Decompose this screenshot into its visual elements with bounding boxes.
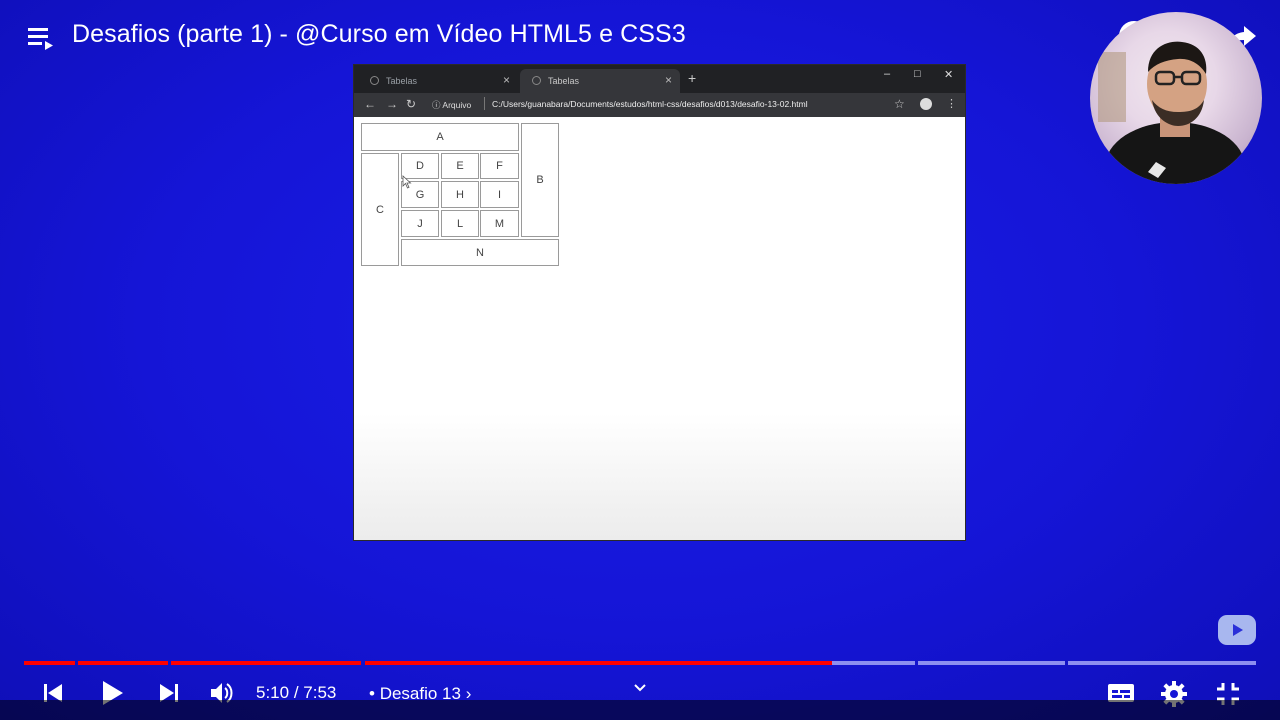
globe-icon <box>532 76 541 85</box>
progress-segment <box>171 661 361 665</box>
progress-bar[interactable] <box>24 661 1256 665</box>
menu-icon[interactable]: ⋮ <box>946 97 957 110</box>
progress-segment <box>78 661 168 665</box>
browser-addressbar: ← → ↻ ⓘ Arquivo C:/Users/guanabara/Docum… <box>354 93 965 117</box>
table-cell-i: I <box>480 181 519 208</box>
address-separator <box>484 97 485 110</box>
browser-window: Tabelas × Tabelas × + – □ ✕ ← → ↻ ⓘ Arqu… <box>354 65 965 540</box>
os-taskbar <box>0 700 1280 720</box>
new-tab-button[interactable]: + <box>688 70 696 86</box>
close-window-icon[interactable]: ✕ <box>944 68 953 81</box>
table-cell-c: C <box>361 153 399 266</box>
address-prefix: ⓘ Arquivo <box>432 100 472 110</box>
close-icon[interactable]: × <box>503 73 510 87</box>
address-prefix-text: Arquivo <box>442 100 472 110</box>
table-cell-n: N <box>401 239 559 266</box>
reload-icon[interactable]: ↻ <box>406 97 416 111</box>
progress-segment <box>24 661 75 665</box>
back-icon[interactable]: ← <box>364 97 376 111</box>
table-cell-h: H <box>441 181 479 208</box>
browser-page: A B C D E F G H I J L M N <box>354 117 965 540</box>
table-cell-e: E <box>441 153 479 179</box>
video-title[interactable]: Desafios (parte 1) - @Curso em Vídeo HTM… <box>72 20 686 49</box>
close-icon[interactable]: × <box>665 73 672 87</box>
chevron-down-icon[interactable] <box>632 680 648 701</box>
youtube-logo-icon[interactable] <box>1218 615 1256 645</box>
globe-icon <box>370 76 379 85</box>
progress-segment <box>918 661 1065 665</box>
forward-icon[interactable]: → <box>386 97 398 111</box>
tab-label: Tabelas <box>548 76 580 86</box>
browser-tab-active[interactable]: Tabelas × <box>520 69 680 93</box>
star-icon[interactable]: ☆ <box>894 97 905 111</box>
table-cell-j: J <box>401 210 439 237</box>
presenter-webcam <box>1090 12 1262 184</box>
progress-segment <box>365 661 832 665</box>
table-cell-f: F <box>480 153 519 179</box>
table-cell-m: M <box>480 210 519 237</box>
maximize-icon[interactable]: □ <box>914 68 921 80</box>
mouse-cursor-icon <box>402 175 412 189</box>
url-field[interactable]: C:/Users/guanabara/Documents/estudos/htm… <box>492 99 808 109</box>
table-cell-a: A <box>361 123 519 151</box>
playlist-icon[interactable] <box>24 20 58 54</box>
progress-segment <box>1068 661 1256 665</box>
browser-tab[interactable]: Tabelas × <box>358 69 518 93</box>
minimize-icon[interactable]: – <box>884 68 890 80</box>
tab-label: Tabelas <box>386 76 418 86</box>
progress-segment <box>832 661 915 665</box>
browser-tabstrip: Tabelas × Tabelas × + – □ ✕ <box>354 65 965 93</box>
profile-icon[interactable] <box>920 98 932 110</box>
top-bar: Desafios (parte 1) - @Curso em Vídeo HTM… <box>0 0 1280 72</box>
table-cell-b: B <box>521 123 559 237</box>
table-cell-l: L <box>441 210 479 237</box>
